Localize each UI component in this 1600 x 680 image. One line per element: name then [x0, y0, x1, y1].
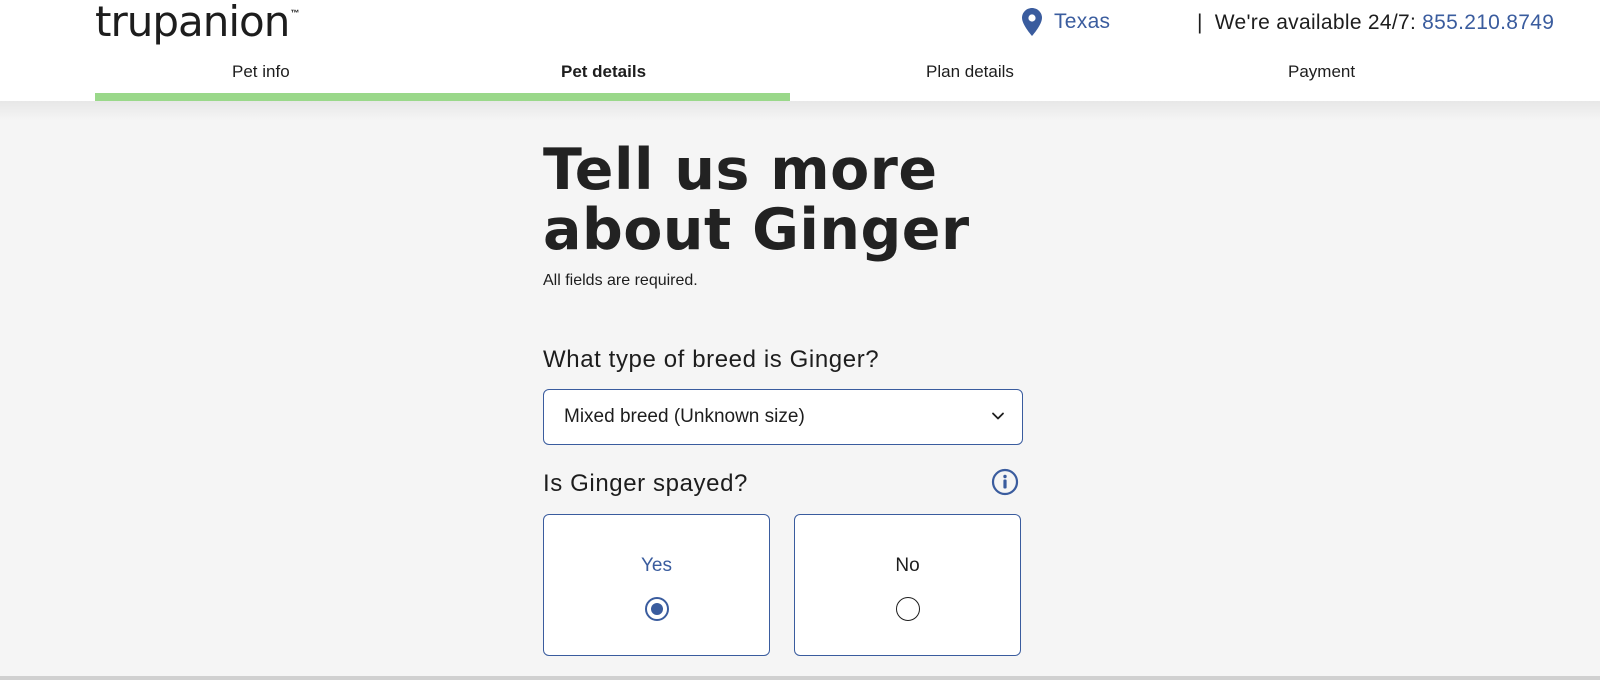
no-label: No: [895, 555, 920, 576]
phone-link[interactable]: 855.210.8749: [1422, 11, 1554, 35]
required-note: All fields are required.: [543, 272, 698, 289]
chevron-down-icon: [992, 412, 1004, 420]
logo-text: trupanion: [95, 0, 290, 46]
progress-fill: [95, 93, 790, 101]
spayed-yes-option[interactable]: Yes: [543, 514, 770, 656]
progress-steps: Pet info Pet details Plan details Paymen…: [95, 58, 1570, 101]
spayed-no-option[interactable]: No: [794, 514, 1021, 656]
step-plan-details: Plan details: [926, 62, 1014, 81]
availability-separator: |: [1197, 11, 1203, 34]
page-title: Tell us more about Ginger: [543, 140, 1023, 260]
no-radio[interactable]: [896, 597, 920, 621]
breed-question: What type of breed is Ginger?: [543, 346, 880, 373]
step-pet-details: Pet details: [561, 62, 647, 81]
pet-details-form: Tell us more about Ginger All fields are…: [543, 140, 1023, 656]
availability-info: | We're available 24/7: 855.210.8749: [1197, 11, 1554, 35]
title-line-2: about Ginger: [543, 197, 970, 263]
step-payment: Payment: [1288, 62, 1356, 81]
availability-label: We're available 24/7:: [1214, 11, 1417, 34]
step-pet-info[interactable]: Pet info: [232, 62, 290, 82]
info-icon[interactable]: [991, 468, 1019, 496]
location-pin-icon: [1022, 8, 1042, 36]
location-label: Texas: [1054, 10, 1111, 33]
breed-select[interactable]: Mixed breed (Unknown size): [543, 389, 1023, 445]
header-shadow: [0, 101, 1600, 121]
breed-select-value: Mixed breed (Unknown size): [564, 406, 805, 427]
trupanion-logo[interactable]: trupanion ™: [95, 0, 299, 46]
page-header: trupanion ™ Texas | We're available 24/7…: [0, 0, 1600, 101]
yes-radio[interactable]: [645, 597, 669, 621]
title-line-1: Tell us more: [543, 137, 938, 203]
logo-trademark: ™: [290, 8, 300, 18]
location-selector[interactable]: Texas: [1022, 8, 1110, 36]
viewport-edge: [0, 676, 1600, 680]
yes-label: Yes: [641, 555, 672, 576]
spayed-question: Is Ginger spayed?: [543, 470, 748, 497]
